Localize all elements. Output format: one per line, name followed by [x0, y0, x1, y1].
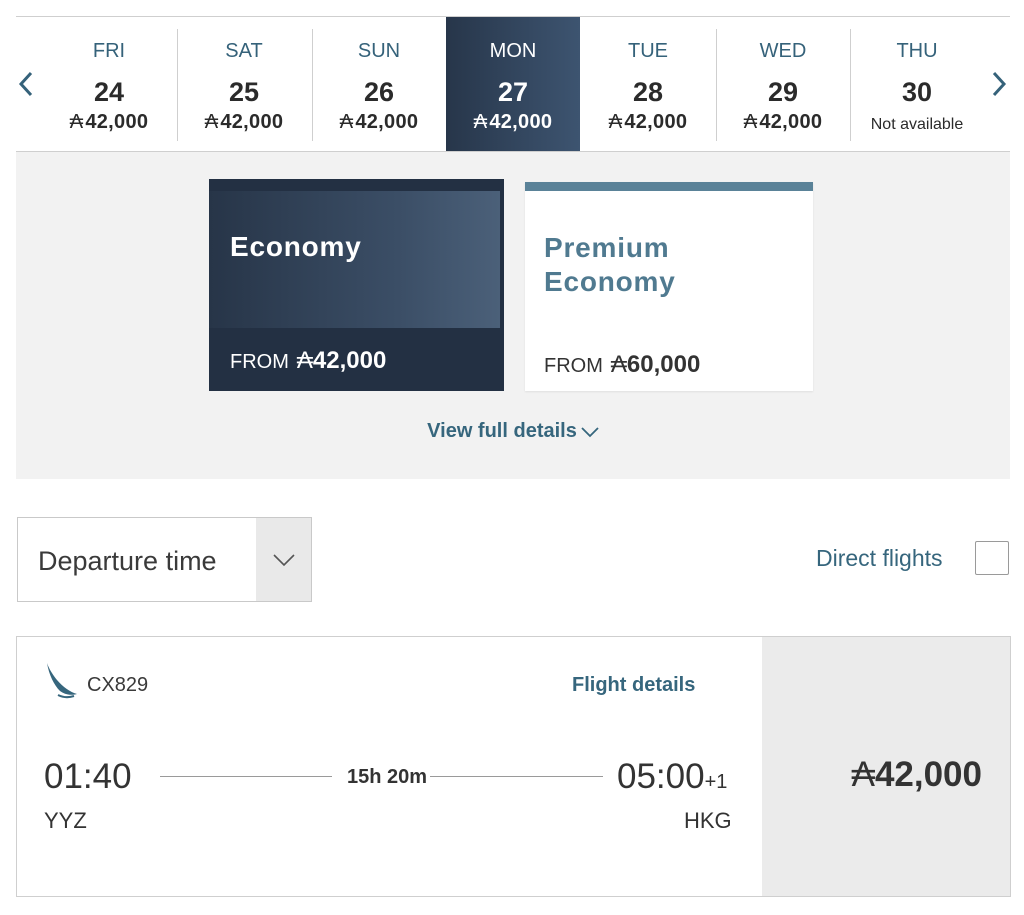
route-line [430, 776, 603, 777]
cabin-premium-economy-card[interactable]: Premium Economy FROM ₳60,000 [525, 182, 813, 391]
day-of-week: WED [759, 40, 807, 62]
sort-value: Departure time [38, 546, 217, 576]
day-number: 25 [228, 77, 260, 107]
date-selector: FRI 24 ₳ 42,000 SAT 25 ₳ 42,000 SUN 26 ₳ 42… [16, 16, 1010, 152]
currency-icon: ₳ [204, 111, 219, 133]
date-option-thu-30[interactable]: THU 30 Not available [850, 17, 984, 151]
departure-airport: YYZ [44, 808, 87, 833]
day-offset: +1 [704, 771, 728, 793]
currency-icon: ₳ [610, 351, 627, 378]
day-of-week: SUN [357, 40, 401, 62]
direct-flights-label: Direct flights [816, 545, 943, 571]
arrival-time: 05:00+1 [617, 757, 728, 796]
day-number: 28 [632, 77, 664, 107]
day-of-week: MON [489, 40, 537, 62]
day-number: 24 [93, 77, 125, 107]
day-price: ₳ 42,000 [743, 111, 823, 133]
airline-logo-icon [47, 663, 77, 699]
arrival-airport: HKG [684, 808, 732, 833]
currency-icon: ₳ [69, 111, 84, 133]
flight-price: ₳42,000 [851, 755, 982, 794]
date-option-sat-25[interactable]: SAT 25 ₳ 42,000 [177, 17, 311, 151]
cabin-selector: Economy FROM ₳42,000 Premium Economy FROM… [16, 152, 1010, 479]
currency-icon: ₳ [851, 755, 875, 794]
day-price: ₳ 42,000 [608, 111, 688, 133]
currency-icon: ₳ [296, 347, 313, 374]
date-option-wed-29[interactable]: WED 29 ₳ 42,000 [716, 17, 850, 151]
day-number: 30 [901, 77, 933, 107]
cabin-name: Premium Economy [544, 232, 676, 297]
day-price: ₳ 42,000 [204, 111, 284, 133]
day-number: 26 [363, 77, 395, 107]
cabin-name: Economy [230, 231, 362, 262]
currency-icon: ₳ [743, 111, 758, 133]
cabin-from-price: FROM ₳42,000 [230, 347, 387, 374]
sort-dropdown[interactable]: Departure time [17, 517, 312, 602]
flight-details-link[interactable]: Flight details [572, 674, 695, 697]
day-of-week: SAT [225, 40, 263, 62]
route-line [160, 776, 332, 777]
not-available-label: Not available [870, 116, 964, 133]
currency-icon: ₳ [339, 111, 354, 133]
chevron-right-icon[interactable] [987, 69, 1011, 99]
flight-number: CX829 [87, 674, 149, 696]
day-price: ₳ 42,000 [339, 111, 419, 133]
currency-icon: ₳ [473, 111, 488, 133]
flight-price-button[interactable]: ₳42,000 [762, 637, 1010, 896]
day-of-week: FRI [92, 40, 126, 62]
dropdown-toggle[interactable] [256, 518, 311, 601]
chevron-left-icon[interactable] [14, 69, 38, 99]
day-number: 29 [767, 77, 799, 107]
day-price: ₳ 42,000 [473, 111, 553, 133]
chevron-down-icon [272, 553, 295, 566]
day-number: 27 [497, 77, 529, 107]
flight-duration: 15h 20m [347, 766, 428, 788]
currency-icon: ₳ [608, 111, 623, 133]
departure-time: 01:40 [44, 757, 132, 796]
date-option-sun-26[interactable]: SUN 26 ₳ 42,000 [312, 17, 446, 151]
date-option-mon-27[interactable]: MON 27 ₳ 42,000 [446, 17, 580, 151]
date-option-tue-28[interactable]: TUE 28 ₳ 42,000 [581, 17, 715, 151]
cabin-from-price: FROM ₳60,000 [544, 351, 701, 378]
day-price: ₳ 42,000 [69, 111, 149, 133]
day-of-week: TUE [628, 40, 668, 62]
date-option-fri-24[interactable]: FRI 24 ₳ 42,000 [42, 17, 176, 151]
direct-flights-checkbox[interactable] [975, 541, 1009, 575]
cabin-economy-card[interactable]: Economy FROM ₳42,000 [209, 179, 504, 391]
view-full-details-link[interactable]: View full details [16, 420, 1010, 443]
flight-result-card[interactable]: CX829 Flight details 01:40 YYZ 15h 20m 0… [16, 636, 1011, 897]
day-of-week: THU [896, 40, 938, 62]
chevron-down-icon [581, 427, 599, 437]
